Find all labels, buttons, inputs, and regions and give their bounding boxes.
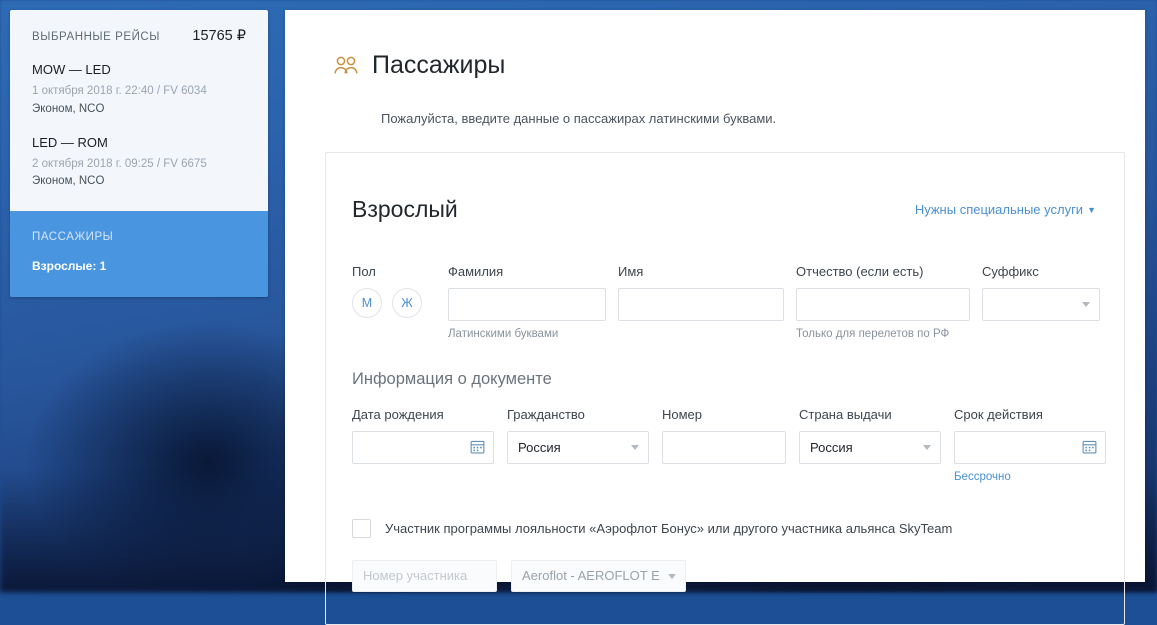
calendar-icon[interactable] (1082, 439, 1097, 454)
document-section-title: Информация о документе (352, 369, 552, 388)
loyalty-checkbox-label: Участник программы лояльности «Аэрофлот … (385, 520, 953, 536)
passenger-card-header: Взрослый Нужны специальные услуги ▼ (352, 177, 1096, 242)
passengers-summary-panel: ПАССАЖИРЫ Взрослые: 1 (10, 211, 268, 298)
middle-name-input[interactable] (796, 287, 970, 321)
passenger-type-title: Взрослый (352, 195, 458, 222)
last-name-input[interactable] (448, 287, 606, 321)
page-title: Пассажиры (372, 50, 506, 79)
passenger-card: Взрослый Нужны специальные услуги ▼ Пол Ф… (325, 151, 1125, 625)
special-services-link[interactable]: Нужны специальные услуги ▼ (915, 202, 1096, 217)
flight-leg[interactable]: MOW — LED 1 октября 2018 г. 22:40 / FV 6… (32, 62, 246, 119)
suffix-select[interactable] (982, 287, 1100, 321)
issuing-country-value: Россия (810, 439, 853, 455)
selected-flights-title: ВЫБРАННЫЕ РЕЙСЫ (32, 31, 160, 43)
name-hints-row: Латинскими буквами Только для перелетов … (352, 328, 1096, 340)
middle-name-hint: Только для перелетов по РФ (796, 327, 950, 340)
panel-header: Пассажиры Пожалуйста, введите данные о п… (285, 10, 1145, 126)
loyalty-number-input[interactable] (352, 559, 497, 592)
first-name-hint (618, 328, 796, 340)
first-name-wrap (618, 287, 796, 321)
last-name-label: Фамилия (448, 263, 504, 279)
suffix-wrap (982, 287, 1100, 321)
last-name-wrap (448, 287, 618, 321)
birth-date-label: Дата рождения (352, 406, 444, 422)
loyalty-program-value: Aeroflot - AEROFLOT E (522, 568, 660, 584)
suffix-hint-spacer (982, 328, 1100, 340)
citizenship-value: Россия (518, 439, 561, 455)
loyalty-checkbox-row: Участник программы лояльности «Аэрофлот … (352, 518, 1096, 538)
flight-leg[interactable]: LED — ROM 2 октября 2018 г. 09:25 / FV 6… (32, 135, 246, 192)
expiry-wrap: Бессрочно (954, 430, 1106, 485)
document-labels-row: Дата рождения Гражданство Номер Страна в… (352, 407, 1096, 422)
chevron-down-icon (631, 445, 639, 451)
document-number-wrap (662, 430, 799, 464)
flight-leg-meta: 2 октября 2018 г. 09:25 / FV 6675 (32, 157, 207, 170)
issuing-country-select[interactable]: Россия (799, 430, 941, 464)
flight-leg-fare: Эконом, NCO (32, 102, 105, 115)
gender-male-button[interactable]: М (352, 287, 382, 318)
suffix-label: Суффикс (982, 263, 1039, 279)
passengers-icon (333, 55, 359, 75)
special-services-label: Нужны специальные услуги (914, 201, 1084, 217)
chevron-down-icon (668, 573, 676, 579)
loyalty-fields-row: Aeroflot - AEROFLOT E (352, 559, 1096, 592)
chevron-down-icon: ▼ (1087, 204, 1096, 215)
chevron-down-icon (1082, 302, 1090, 308)
gender-selector: М Ж (352, 287, 448, 318)
page-title-row: Пассажиры (333, 34, 1105, 97)
main-content-panel: Пассажиры Пожалуйста, введите данные о п… (285, 10, 1145, 625)
document-fields-row: Россия Россия Бессрочно (352, 430, 1106, 485)
flight-leg-route: LED — ROM (32, 134, 108, 150)
loyalty-checkbox[interactable] (352, 518, 371, 538)
flight-leg-fare: Эконом, NCO (32, 175, 105, 188)
issuing-country-wrap: Россия (799, 430, 954, 464)
passengers-summary-adults: Взрослые: 1 (32, 259, 107, 274)
first-name-label: Имя (618, 263, 644, 279)
selected-flights-panel: ВЫБРАННЫЕ РЕЙСЫ 15765 ₽ MOW — LED 1 октя… (10, 10, 268, 212)
name-labels-row: Пол Фамилия Имя Отчество (если есть) Суф… (352, 264, 1096, 279)
booking-summary-sidebar: ВЫБРАННЫЕ РЕЙСЫ 15765 ₽ MOW — LED 1 октя… (10, 10, 268, 298)
calendar-icon[interactable] (470, 439, 485, 454)
selected-flights-header: ВЫБРАННЫЕ РЕЙСЫ 15765 ₽ (32, 28, 246, 44)
gender-hint-spacer (352, 328, 448, 340)
total-price: 15765 ₽ (192, 28, 246, 44)
document-number-input[interactable] (662, 430, 786, 464)
issuing-country-label: Страна выдачи (799, 406, 892, 422)
loyalty-program-select[interactable]: Aeroflot - AEROFLOT E (511, 559, 686, 592)
expiry-label: Срок действия (954, 406, 1043, 422)
passengers-summary-title: ПАССАЖИРЫ (32, 231, 114, 244)
middle-name-wrap (796, 287, 982, 321)
gender-label: Пол (352, 263, 376, 279)
document-number-label: Номер (662, 406, 703, 422)
middle-name-label: Отчество (если есть) (796, 263, 924, 279)
page-subtitle: Пожалуйста, введите данные о пассажирах … (381, 110, 777, 126)
indefinite-expiry-link[interactable]: Бессрочно (954, 471, 1011, 483)
flight-leg-meta: 1 октября 2018 г. 22:40 / FV 6034 (32, 85, 207, 97)
gender-female-button[interactable]: Ж (392, 287, 422, 318)
chevron-down-icon (923, 445, 931, 451)
citizenship-wrap: Россия (507, 430, 662, 464)
citizenship-select[interactable]: Россия (507, 430, 649, 464)
name-fields-row: М Ж (352, 287, 1100, 321)
last-name-hint: Латинскими буквами (448, 327, 559, 340)
flight-leg-route: MOW — LED (32, 62, 111, 77)
first-name-input[interactable] (618, 287, 784, 321)
birth-date-wrap (352, 430, 507, 464)
citizenship-label: Гражданство (507, 406, 585, 422)
